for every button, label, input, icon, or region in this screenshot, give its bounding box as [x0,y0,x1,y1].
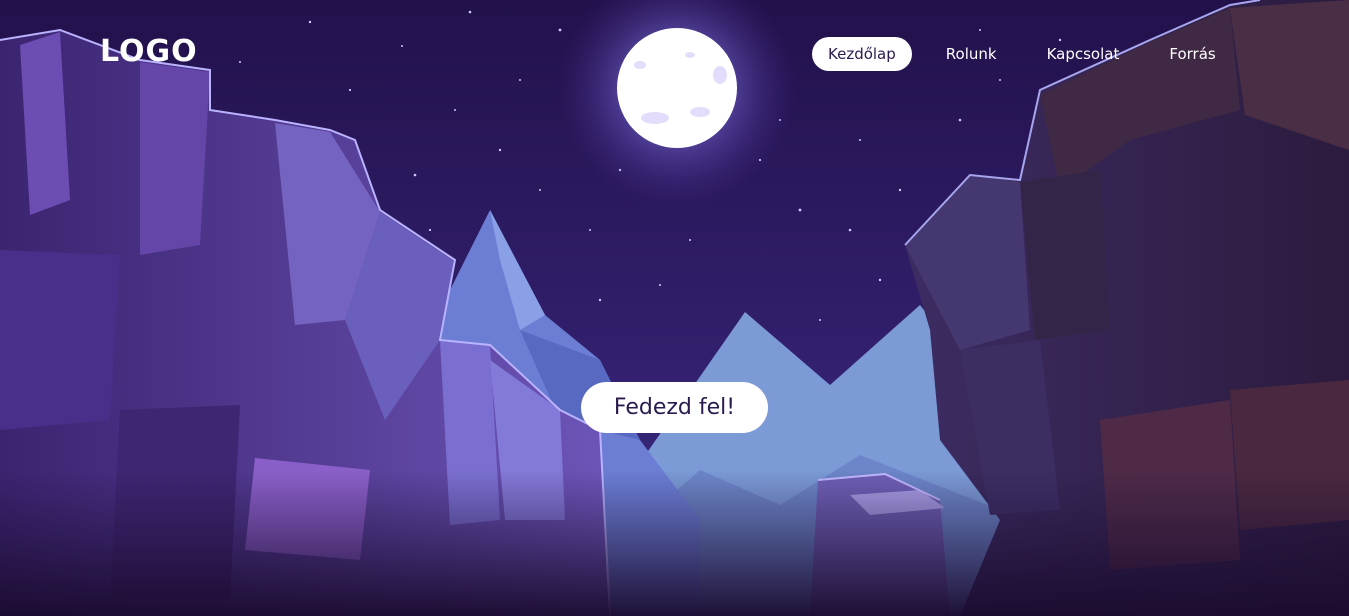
nav-item-kapcsolat[interactable]: Kapcsolat [1031,37,1136,71]
nav-item-forras[interactable]: Forrás [1153,37,1231,71]
nav-item-kezdolap[interactable]: Kezdőlap [812,37,912,71]
site-logo[interactable]: LOGO [100,34,198,70]
night-mountain-background [0,0,1349,616]
nav-item-rolunk[interactable]: Rolunk [930,37,1013,71]
explore-button[interactable]: Fedezd fel! [581,382,768,433]
hero-section: LOGO Kezdőlap Rolunk Kapcsolat Forrás Fe… [0,0,1349,616]
main-navigation: Kezdőlap Rolunk Kapcsolat Forrás [812,37,1250,71]
